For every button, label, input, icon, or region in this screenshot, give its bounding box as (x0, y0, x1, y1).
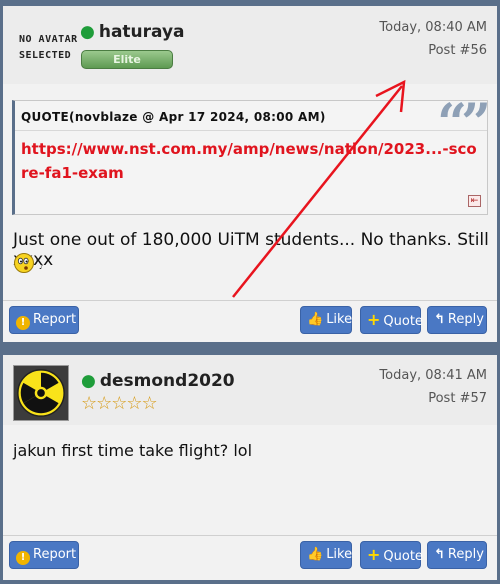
quote-label: QUOTE(novblaze @ Apr 17 2024, 08:00 AM) (21, 110, 326, 124)
post-57: ● desmond2020 ☆☆☆☆☆ Today, 08:41 AM Post … (3, 355, 497, 580)
radiation-icon[interactable] (13, 365, 69, 421)
no-avatar-placeholder: NO AVATAR SELECTED (19, 32, 78, 64)
plus-icon: + (367, 545, 381, 564)
like-label: Like (326, 547, 353, 562)
reply-arrow-icon: ↰ (434, 312, 445, 327)
username-text[interactable]: haturaya (99, 22, 185, 42)
online-status-icon: ● (80, 22, 95, 42)
like-label: Like (326, 312, 353, 327)
rank-badge: Elite (81, 50, 173, 69)
online-status-icon: ● (81, 371, 96, 391)
quote-button[interactable]: + Quote (360, 306, 423, 334)
report-label: Report (33, 312, 77, 327)
username[interactable]: ● haturaya (80, 22, 185, 42)
reply-button[interactable]: ↰ Reply (427, 306, 487, 334)
thumbs-up-icon: 👍 (307, 312, 324, 327)
post-56: NO AVATAR SELECTED ● haturaya Elite Today… (3, 0, 497, 342)
post-header: NO AVATAR SELECTED ● haturaya Elite Today… (3, 6, 497, 84)
reply-label: Reply (447, 312, 484, 327)
footer-divider (3, 300, 497, 301)
reply-button[interactable]: ↰ Reply (427, 541, 487, 569)
post-body: jakun first time take flight? lol (13, 441, 253, 460)
expand-quote-icon[interactable]: ⇤ (468, 195, 481, 207)
thumbs-up-icon: 👍 (307, 547, 324, 562)
quote-block: QUOTE(novblaze @ Apr 17 2024, 08:00 AM) … (12, 93, 491, 215)
quote-label-btn: Quote (383, 314, 423, 329)
report-button[interactable]: ! Report (9, 541, 79, 569)
like-button[interactable]: 👍 Like (300, 306, 352, 334)
alert-icon: ! (16, 551, 30, 565)
quote-button[interactable]: + Quote (360, 541, 423, 569)
quote-link[interactable]: https://www.nst.com.my/amp/news/nation/2… (21, 137, 481, 185)
plus-icon: + (367, 310, 381, 329)
reply-arrow-icon: ↰ (434, 547, 445, 562)
post-number-link[interactable]: Post #56 (428, 43, 487, 58)
rank-stars: ☆☆☆☆☆ (81, 393, 158, 414)
like-button[interactable]: 👍 Like (300, 541, 352, 569)
footer-divider (3, 535, 497, 536)
post-number-link[interactable]: Post #57 (428, 391, 487, 406)
post-header: ● desmond2020 ☆☆☆☆☆ Today, 08:41 AM Post … (3, 355, 497, 425)
alert-icon: ! (16, 316, 30, 330)
avatar-text-line1: NO AVATAR (19, 34, 78, 45)
reply-label: Reply (447, 547, 484, 562)
post-actions: ! Report 👍 Like + Quote ↰ Reply (3, 535, 497, 577)
svg-text:♪: ♪ (39, 263, 43, 271)
avatar-text-line2: SELECTED (19, 50, 72, 61)
username-text[interactable]: desmond2020 (100, 371, 235, 391)
quote-header: QUOTE(novblaze @ Apr 17 2024, 08:00 AM) … (15, 93, 491, 154)
report-button[interactable]: ! Report (9, 306, 79, 334)
post-actions: ! Report 👍 Like + Quote ↰ Reply (3, 300, 497, 342)
whistling-emoji-icon: ♪ ♪ (14, 253, 43, 273)
report-label: Report (33, 547, 77, 562)
post-datetime: Today, 08:41 AM (379, 368, 487, 383)
username[interactable]: ● desmond2020 (81, 371, 235, 391)
post-datetime: Today, 08:40 AM (379, 20, 487, 35)
post-body: Just one out of 180,000 UiTM students...… (13, 230, 489, 270)
quote-label-btn: Quote (383, 549, 423, 564)
